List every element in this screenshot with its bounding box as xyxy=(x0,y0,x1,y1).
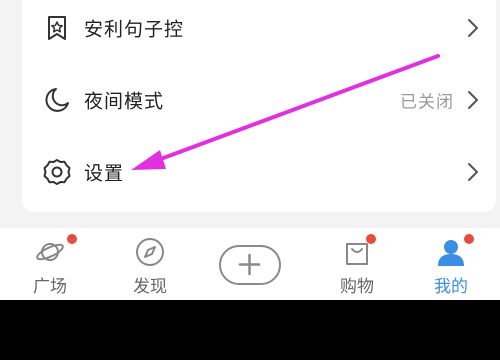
quote-star-icon xyxy=(48,16,66,40)
menu-item-label: 夜间模式 xyxy=(84,90,165,113)
compass-icon xyxy=(136,238,164,266)
tab-mine[interactable]: 我的 xyxy=(406,228,496,300)
badge-dot xyxy=(67,234,77,244)
tab-label: 广场 xyxy=(33,277,67,297)
profile-icon xyxy=(438,240,464,266)
tab-label: 购物 xyxy=(340,277,374,297)
tab-shopping[interactable]: 购物 xyxy=(312,228,402,300)
bottom-tab-bar: 广场 发现 购物 我的 xyxy=(0,228,500,300)
planet-icon xyxy=(36,243,64,261)
tab-discover[interactable]: 发现 xyxy=(105,228,195,300)
menu-item-label: 安利句子控 xyxy=(84,18,185,41)
chevron-right-icon xyxy=(468,163,478,181)
chevron-right-icon xyxy=(468,19,478,37)
plus-icon xyxy=(238,253,261,276)
create-post-button[interactable] xyxy=(219,245,281,285)
menu-item-label: 设置 xyxy=(84,162,125,185)
chevron-right-icon xyxy=(468,91,478,109)
tab-plaza[interactable]: 广场 xyxy=(5,228,95,300)
night-mode-status: 已关闭 xyxy=(400,92,454,113)
menu-item-recommend[interactable]: 安利句子控 xyxy=(22,0,496,64)
badge-dot xyxy=(366,234,376,244)
moon-icon xyxy=(45,88,69,112)
badge-dot xyxy=(464,234,474,244)
gear-icon xyxy=(43,159,71,185)
tab-label: 我的 xyxy=(434,277,468,297)
menu-item-settings[interactable]: 设置 xyxy=(22,136,496,208)
app-screen: 安利句子控 夜间模式 已关闭 设置 广场 发现 购物 我的 xyxy=(0,0,500,300)
menu-item-night-mode[interactable]: 夜间模式 已关闭 xyxy=(22,64,496,136)
tab-label: 发现 xyxy=(133,277,167,297)
